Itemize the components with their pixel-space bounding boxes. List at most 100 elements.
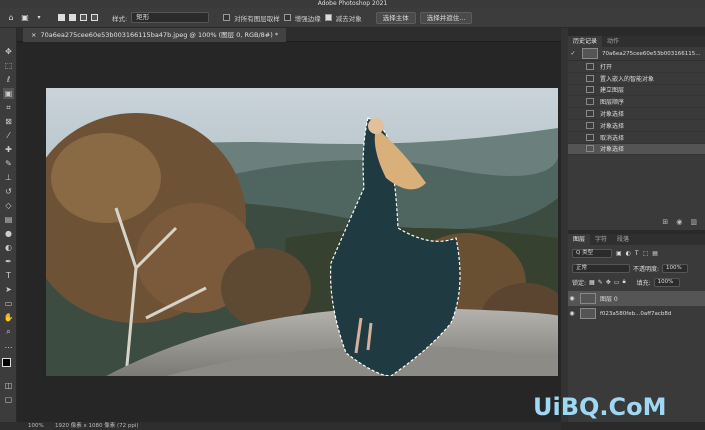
rectangle-tool-icon[interactable]: ▭ (3, 298, 14, 309)
tab-paragraph[interactable]: 段落 (612, 234, 634, 245)
eyedropper-tool-icon[interactable]: ⁄ (3, 130, 14, 141)
tools-panel: ✥ ⬚ ℓ ▣ ⌗ ⊠ ⁄ ✚ ✎ ⊥ ↺ ◇ ▤ ● ◐ ✒ T ➤ ▭ ✋ … (0, 28, 17, 422)
visibility-eye-icon[interactable]: ◉ (568, 310, 576, 317)
eraser-tool-icon[interactable]: ◇ (3, 200, 14, 211)
history-item[interactable]: 建立图层 (568, 85, 705, 97)
lock-pixels-icon[interactable]: ▦ (589, 279, 595, 286)
foreground-color-swatch[interactable] (2, 358, 11, 367)
layer-row[interactable]: ◉ f023a580feb...0aff7acb8d (568, 306, 705, 321)
filter-adjustment-icon[interactable]: ◐ (626, 250, 631, 257)
dodge-tool-icon[interactable]: ◐ (3, 242, 14, 253)
tab-history[interactable]: 历史记录 (568, 36, 603, 47)
lock-image-icon[interactable]: ✎ (598, 279, 603, 286)
trash-icon[interactable]: ▥ (690, 218, 697, 230)
subtract-object-checkbox[interactable] (324, 14, 332, 21)
history-item-label: 对象选择 (600, 111, 625, 119)
add-to-selection-icon[interactable] (69, 14, 76, 21)
pen-tool-icon[interactable]: ✒ (3, 256, 14, 267)
lasso-tool-icon[interactable]: ℓ (3, 74, 14, 85)
history-item-selected[interactable]: 对象选择 (568, 143, 705, 156)
document-image[interactable] (46, 88, 558, 376)
crop-tool-icon[interactable]: ⌗ (3, 102, 14, 113)
fill-field[interactable]: 100% (653, 277, 680, 287)
lock-position-icon[interactable]: ✥ (606, 279, 611, 286)
document-info[interactable]: 1920 像素 x 1080 像素 (72 ppi) (55, 422, 139, 430)
enhance-edge-label: 增强边缘 (294, 14, 321, 23)
sample-all-layers-label: 对所有图层取样 (234, 14, 280, 23)
history-item[interactable]: 图层顺序 (568, 96, 705, 109)
new-document-from-state-icon[interactable]: ⊞ (662, 218, 668, 230)
healing-brush-tool-icon[interactable]: ✚ (3, 144, 14, 155)
mode-select[interactable]: 矩形 (131, 12, 210, 23)
blur-tool-icon[interactable]: ● (3, 228, 14, 239)
enhance-edge-checkbox[interactable] (283, 14, 291, 21)
checkmark-icon: ✓ (570, 50, 576, 57)
opacity-field[interactable]: 100% (662, 263, 689, 273)
history-item-label: 对象选择 (600, 122, 625, 130)
brush-tool-icon[interactable]: ✎ (3, 158, 14, 169)
type-tool-icon[interactable]: T (3, 270, 14, 281)
filter-smart-object-icon[interactable]: ▤ (652, 250, 658, 257)
frame-tool-icon[interactable]: ⊠ (3, 116, 14, 127)
object-selection-tool-icon[interactable]: ▣ (20, 13, 30, 23)
screen-mode-icon[interactable]: ▢ (3, 394, 14, 405)
blend-mode-select[interactable]: 正常 (572, 263, 630, 273)
tab-character[interactable]: 字符 (590, 234, 612, 245)
layer-row-selected[interactable]: ◉ 图层 0 (568, 291, 705, 306)
history-item-label: 置入嵌入的智能对象 (600, 75, 655, 83)
history-item[interactable]: 对象选择 (568, 120, 705, 132)
history-step-icon (586, 133, 594, 141)
more-tools-icon[interactable]: … (3, 340, 14, 351)
marquee-tool-icon[interactable]: ⬚ (3, 60, 14, 71)
camera-icon[interactable]: ◉ (676, 218, 682, 230)
subtract-from-selection-icon[interactable] (80, 14, 87, 21)
zoom-level[interactable]: 100% (28, 422, 44, 430)
history-item-label: 图层顺序 (600, 99, 625, 107)
home-icon[interactable]: ⌂ (6, 13, 16, 23)
filter-type-icon[interactable]: T (635, 250, 639, 257)
history-step-icon (586, 110, 594, 118)
clone-stamp-tool-icon[interactable]: ⊥ (3, 172, 14, 183)
select-subject-button[interactable]: 选择主体 (375, 11, 416, 24)
history-item[interactable]: 置入嵌入的智能对象 (568, 73, 705, 85)
snapshot-name: 70a6ea275cee60e53b003166115... (602, 50, 701, 57)
fill-label: 填充: (636, 279, 651, 287)
mode-select-value: 矩形 (136, 13, 150, 21)
filter-pixel-icon[interactable]: ▣ (616, 250, 622, 257)
layer-name: 图层 0 (600, 296, 618, 303)
close-icon[interactable]: × (31, 31, 36, 39)
canvas-area[interactable] (17, 42, 561, 422)
lock-artboard-icon[interactable]: ▭ (614, 279, 620, 286)
document-tab-label: 70a6ea275cee60e53b003166115ba47b.jpeg @ … (40, 31, 279, 39)
path-selection-tool-icon[interactable]: ➤ (3, 284, 14, 295)
gradient-tool-icon[interactable]: ▤ (3, 214, 14, 225)
object-selection-tool-icon[interactable]: ▣ (3, 88, 14, 99)
layer-thumbnail (580, 293, 596, 304)
select-and-mask-button[interactable]: 选择并遮住... (419, 11, 473, 24)
layer-filter-select[interactable]: Q 类型 (572, 248, 612, 258)
window-title: Adobe Photoshop 2021 (0, 0, 705, 8)
options-bar: ⌂ ▣ ▾ 样式: 矩形 对所有图层取样 增强边缘 减去对象 选择主体 选择并遮… (0, 8, 705, 28)
move-tool-icon[interactable]: ✥ (3, 46, 14, 57)
history-item[interactable]: 打开 (568, 61, 705, 73)
history-item[interactable]: 对象选择 (568, 108, 705, 120)
hand-tool-icon[interactable]: ✋ (3, 312, 14, 323)
chevron-down-icon[interactable]: ▾ (34, 13, 44, 23)
history-snapshot[interactable]: ✓ 70a6ea275cee60e53b003166115... (568, 47, 705, 61)
watermark-logo: UiBQ.CoM (533, 393, 667, 421)
intersect-selection-icon[interactable] (91, 14, 98, 21)
tab-actions[interactable]: 动作 (602, 36, 624, 47)
tab-layers[interactable]: 图层 (568, 234, 591, 245)
history-brush-tool-icon[interactable]: ↺ (3, 186, 14, 197)
zoom-tool-icon[interactable]: ⌕ (3, 326, 14, 337)
history-item[interactable]: 取消选择 (568, 132, 705, 144)
lock-all-icon[interactable]: 🔒︎ (622, 278, 625, 286)
quick-mask-icon[interactable]: ◫ (3, 380, 14, 391)
history-panel-tabs: 历史记录 动作 (568, 36, 705, 47)
document-tab[interactable]: × 70a6ea275cee60e53b003166115ba47b.jpeg @… (23, 28, 287, 42)
layer-name: f023a580feb...0aff7acb8d (600, 310, 672, 317)
new-selection-mode-icon[interactable] (58, 14, 65, 21)
visibility-eye-icon[interactable]: ◉ (568, 295, 576, 302)
filter-shape-icon[interactable]: ⬚ (643, 250, 649, 257)
sample-all-layers-checkbox[interactable] (223, 14, 231, 21)
